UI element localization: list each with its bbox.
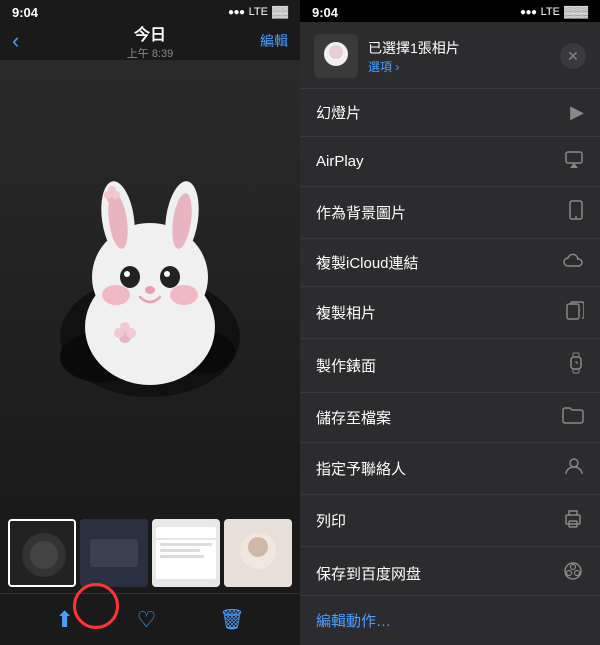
signal-left: ●●● xyxy=(228,7,245,18)
menu-item-label: 保存到百度网盘 xyxy=(316,563,421,584)
left-panel: 9:04 ●●● LTE ▓▓ ‹ 今日 上午 8:39 編輯 xyxy=(0,0,300,645)
folder-icon xyxy=(562,406,584,429)
nav-bar-left: ‹ 今日 上午 8:39 編輯 xyxy=(0,22,300,60)
menu-item-copy-photo[interactable]: 複製相片 xyxy=(300,287,600,339)
thumbnail-1[interactable] xyxy=(8,519,76,587)
contact-icon xyxy=(564,456,584,481)
phone-icon xyxy=(568,200,584,225)
bottom-action[interactable]: 編輯動作… xyxy=(300,595,600,645)
menu-item-label: 複製相片 xyxy=(316,302,376,323)
back-button[interactable]: ‹ xyxy=(12,28,19,54)
cloud-icon xyxy=(562,252,584,273)
copy-icon xyxy=(566,300,584,325)
menu-item-watch-face[interactable]: 製作錶面 xyxy=(300,339,600,393)
thumbnail-4[interactable] xyxy=(224,519,292,587)
menu-header-title: 已選擇1張相片 xyxy=(368,38,550,58)
menu-header: 已選擇1張相片 選項 › ✕ xyxy=(300,22,600,89)
menu-thumbnail xyxy=(314,34,358,78)
menu-options-link[interactable]: 選項 › xyxy=(368,58,550,75)
heart-icon[interactable]: ♡ xyxy=(137,607,157,633)
menu-title-group: 已選擇1張相片 選項 › xyxy=(368,38,550,75)
menu-item-label: 複製iCloud連結 xyxy=(316,252,419,273)
baidu-icon xyxy=(562,560,584,587)
watch-icon xyxy=(568,352,584,379)
menu-item-label: AirPlay xyxy=(316,153,364,170)
nav-title-group: 今日 上午 8:39 xyxy=(127,21,173,61)
airplay-icon xyxy=(564,150,584,173)
menu-list: 幻燈片 ▶ AirPlay 作為背景圖片 複製iCloud連結 xyxy=(300,89,600,595)
menu-item-label: 指定予聯絡人 xyxy=(316,458,406,479)
bunny-image xyxy=(40,177,260,397)
thumbnail-strip xyxy=(0,513,300,593)
nav-title: 今日 xyxy=(134,21,166,45)
network-left: LTE xyxy=(249,6,268,18)
menu-item-label: 列印 xyxy=(316,510,346,531)
time-right: 9:04 xyxy=(312,5,338,20)
menu-item-contact[interactable]: 指定予聯絡人 xyxy=(300,443,600,495)
menu-item-baidu[interactable]: 保存到百度网盘 xyxy=(300,547,600,595)
right-panel: 9:04 ●●● LTE ▓▓▓ 已選擇1張相片 選項 › ✕ 幻燈片 ▶ Ai xyxy=(300,0,600,645)
network-right: LTE xyxy=(541,6,560,18)
status-bar-right: 9:04 ●●● LTE ▓▓▓ xyxy=(300,0,600,22)
status-icons-left: ●●● LTE ▓▓ xyxy=(228,6,288,18)
menu-item-icloud[interactable]: 複製iCloud連結 xyxy=(300,239,600,287)
menu-item-label: 作為背景圖片 xyxy=(316,202,406,223)
battery-left: ▓▓ xyxy=(272,6,288,18)
photo-area xyxy=(0,60,300,513)
time-left: 9:04 xyxy=(12,5,38,20)
print-icon xyxy=(562,508,584,533)
menu-item-print[interactable]: 列印 xyxy=(300,495,600,547)
status-icons-right: ●●● LTE ▓▓▓ xyxy=(520,6,588,18)
menu-item-label: 儲存至檔案 xyxy=(316,407,391,428)
thumbnail-3[interactable] xyxy=(152,519,220,587)
signal-right: ●●● xyxy=(520,7,537,18)
edit-button[interactable]: 編輯 xyxy=(260,31,288,51)
trash-icon[interactable]: 🗑 xyxy=(219,607,244,632)
play-icon: ▶ xyxy=(570,102,584,123)
menu-item-slideshow[interactable]: 幻燈片 ▶ xyxy=(300,89,600,137)
menu-item-label: 幻燈片 xyxy=(316,102,361,123)
thumbnail-2[interactable] xyxy=(80,519,148,587)
bottom-toolbar: ⬆ ♡ 🗑 xyxy=(0,593,300,645)
menu-item-save-files[interactable]: 儲存至檔案 xyxy=(300,393,600,443)
share-icon[interactable]: ⬆ xyxy=(55,607,73,632)
battery-right: ▓▓▓ xyxy=(564,6,588,18)
menu-item-label: 製作錶面 xyxy=(316,355,376,376)
edit-actions-label[interactable]: 編輯動作… xyxy=(316,613,391,630)
share-container: ⬆ xyxy=(55,607,73,633)
menu-item-airplay[interactable]: AirPlay xyxy=(300,137,600,187)
menu-item-wallpaper[interactable]: 作為背景圖片 xyxy=(300,187,600,239)
status-bar-left: 9:04 ●●● LTE ▓▓ xyxy=(0,0,300,22)
nav-subtitle: 上午 8:39 xyxy=(127,45,173,61)
close-button[interactable]: ✕ xyxy=(560,43,586,69)
